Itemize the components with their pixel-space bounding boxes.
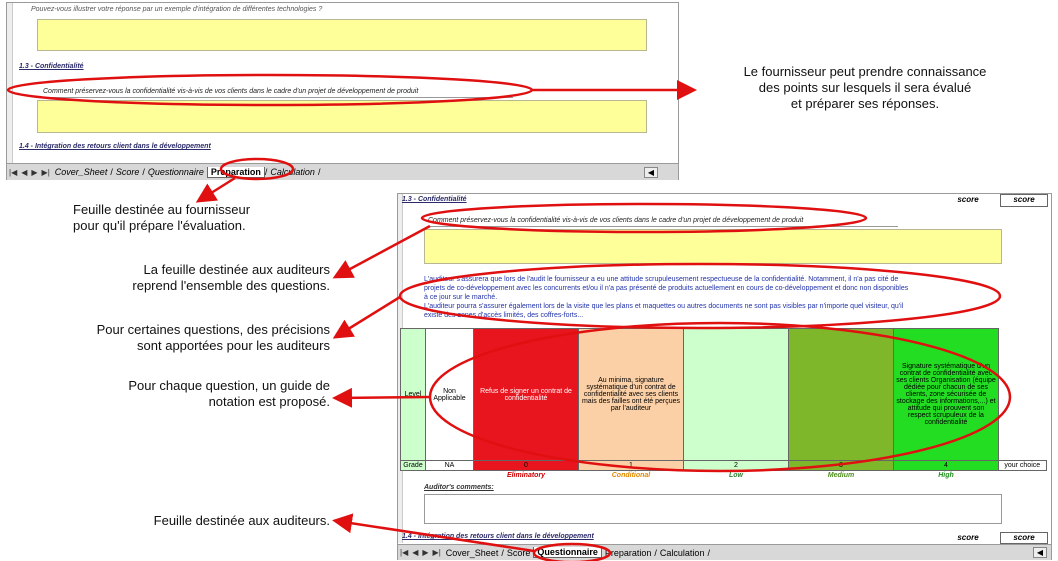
tab-preparation[interactable]: Preparation bbox=[206, 166, 265, 178]
auditor-note: L'auditeur s'assurera que lors de l'audi… bbox=[424, 275, 1024, 320]
question-text: Comment préservez-vous la confidentialit… bbox=[428, 217, 804, 224]
tab-score[interactable]: Score bbox=[113, 167, 143, 177]
level-label: Level bbox=[400, 328, 426, 461]
grading-guide: Level Non Applicable Refus de signer un … bbox=[400, 328, 1047, 481]
sheet-tabs-bar: |◀ ◀ ▶ ▶| Cover_Sheet / Score Questionnai… bbox=[398, 544, 1051, 560]
annotation-line: Feuille destinée au fournisseur bbox=[73, 202, 251, 217]
spacer-cell bbox=[999, 329, 1047, 461]
annotation-auditor-sheet-short: Feuille destinée aux auditeurs. bbox=[153, 513, 330, 528]
annotation-line: pour qu'il prépare l'évaluation. bbox=[73, 218, 246, 233]
level-na: Non Applicable bbox=[425, 328, 474, 461]
level-1: Au minima, signature systématique d'un c… bbox=[578, 328, 684, 461]
top-sheet-screenshot: Pouvez-vous illustrer votre réponse par … bbox=[6, 2, 679, 180]
sheet-tabs-bar: |◀ ◀ ▶ ▶| Cover_Sheet / Score / Questionna… bbox=[7, 163, 678, 180]
auditor-comments-label: Auditor's comments: bbox=[424, 484, 494, 491]
question-text: Comment préservez-vous la confidentialit… bbox=[43, 88, 419, 95]
tab-score[interactable]: Score bbox=[504, 548, 534, 558]
score-field[interactable]: score bbox=[1000, 532, 1048, 544]
grade-0[interactable]: 0 bbox=[473, 460, 579, 471]
tab-questionnaire[interactable]: Questionnaire bbox=[145, 167, 207, 177]
section-heading: 1.4 - Intégration des retours client dan… bbox=[402, 533, 594, 540]
your-choice-field[interactable]: your choice bbox=[998, 460, 1047, 471]
scroll-left-icon[interactable]: ◀ bbox=[1032, 547, 1047, 558]
level-0: Refus de signer un contrat de confidenti… bbox=[473, 328, 579, 461]
grade-2[interactable]: 2 bbox=[683, 460, 789, 471]
grade-1[interactable]: 1 bbox=[578, 460, 684, 471]
annotation-line: notation est proposé. bbox=[208, 394, 330, 409]
bottom-sheet-screenshot: 1.3 - Confidentialité score score Commen… bbox=[397, 193, 1052, 560]
annotation-top-right: Le fournisseur peut prendre connaissance… bbox=[700, 64, 1030, 112]
annotation-line: La feuille destinée aux auditeurs bbox=[143, 262, 330, 277]
level-2 bbox=[683, 328, 789, 461]
grade-name-medium: Medium bbox=[827, 472, 855, 480]
annotation-line: Pour certaines questions, des précisions bbox=[96, 322, 330, 337]
section-heading: 1.3 - Confidentialité bbox=[19, 63, 84, 70]
annotation-auditor-sheet: La feuille destinée aux auditeurs repren… bbox=[40, 262, 330, 294]
grade-label: Grade bbox=[400, 460, 426, 471]
answer-box[interactable] bbox=[424, 229, 1002, 264]
score-field[interactable]: score bbox=[1000, 194, 1048, 207]
empty-cell bbox=[401, 471, 426, 481]
scroll-left-icon[interactable]: ◀ bbox=[643, 166, 658, 178]
auditor-note-line: à ce jour sur le marché. bbox=[424, 294, 498, 301]
auditor-note-line: existe des zones d'accès limités, des co… bbox=[424, 312, 584, 319]
answer-box[interactable] bbox=[37, 19, 647, 51]
annotation-line: et préparer ses réponses. bbox=[790, 96, 940, 111]
grade-3[interactable]: 3 bbox=[788, 460, 894, 471]
tab-calculation[interactable]: Calculation bbox=[267, 167, 318, 177]
annotation-line: Le fournisseur peut prendre connaissance bbox=[743, 64, 987, 79]
row-margin bbox=[7, 3, 13, 163]
tab-cover-sheet[interactable]: Cover_Sheet bbox=[52, 167, 111, 177]
auditor-note-line: projets de co-développement avec les con… bbox=[424, 285, 909, 292]
grade-name-conditional: Conditional bbox=[611, 472, 651, 480]
level-3 bbox=[788, 328, 894, 461]
prev-sheet-icon[interactable]: ◀ bbox=[19, 168, 29, 177]
grade-name-low: Low bbox=[729, 472, 743, 480]
arrow-to-prep-annotation bbox=[195, 176, 236, 203]
last-sheet-icon[interactable]: ▶| bbox=[40, 168, 52, 177]
first-sheet-icon[interactable]: |◀ bbox=[398, 548, 410, 557]
question-divider bbox=[43, 97, 513, 98]
next-sheet-icon[interactable]: ▶ bbox=[29, 168, 39, 177]
annotation-line: reprend l'ensemble des questions. bbox=[132, 278, 330, 293]
question-divider bbox=[428, 226, 898, 227]
auditor-note-line: L'auditeur s'assurera que lors de l'audi… bbox=[424, 276, 899, 283]
level-4: Signature systématique d'un contrat de c… bbox=[893, 328, 999, 461]
empty-cell bbox=[999, 471, 1047, 481]
tab-questionnaire[interactable]: Questionnaire bbox=[533, 547, 602, 558]
annotation-line: Pour chaque question, un guide de bbox=[128, 378, 330, 393]
annotation-prep-sheet: Feuille destinée au fournisseur pour qu'… bbox=[73, 202, 333, 234]
grade-name-eliminatory: Eliminatory bbox=[506, 472, 546, 480]
auditor-comments-box[interactable] bbox=[424, 494, 1002, 524]
grade-4[interactable]: 4 bbox=[893, 460, 999, 471]
grade-name-high: High bbox=[938, 472, 954, 480]
tab-calculation[interactable]: Calculation bbox=[657, 548, 708, 558]
annotation-line: sont apportées pour les auditeurs bbox=[137, 338, 330, 353]
score-label: score bbox=[943, 195, 993, 204]
auditor-note-line: L'auditeur pourra s'assurer également lo… bbox=[424, 303, 904, 310]
tab-cover-sheet[interactable]: Cover_Sheet bbox=[443, 548, 502, 558]
last-sheet-icon[interactable]: ▶| bbox=[431, 548, 443, 557]
answer-box[interactable] bbox=[37, 100, 647, 133]
first-sheet-icon[interactable]: |◀ bbox=[7, 168, 19, 177]
annotation-precisions: Pour certaines questions, des précisions… bbox=[4, 322, 330, 354]
annotation-line: des points sur lesquels il sera évalué bbox=[758, 80, 972, 95]
section-heading: 1.3 - Confidentialité bbox=[402, 196, 467, 203]
grade-na[interactable]: NA bbox=[425, 460, 474, 471]
arrow-to-precisions bbox=[332, 295, 401, 339]
section-heading: 1.4 - Intégration des retours client dan… bbox=[19, 143, 211, 150]
annotation-guide: Pour chaque question, un guide de notati… bbox=[40, 378, 330, 410]
next-sheet-icon[interactable]: ▶ bbox=[420, 548, 430, 557]
intro-text: Pouvez-vous illustrer votre réponse par … bbox=[31, 6, 323, 13]
score-label: score bbox=[943, 533, 993, 542]
tab-preparation[interactable]: Preparation bbox=[602, 548, 655, 558]
prev-sheet-icon[interactable]: ◀ bbox=[410, 548, 420, 557]
empty-cell bbox=[426, 471, 474, 481]
